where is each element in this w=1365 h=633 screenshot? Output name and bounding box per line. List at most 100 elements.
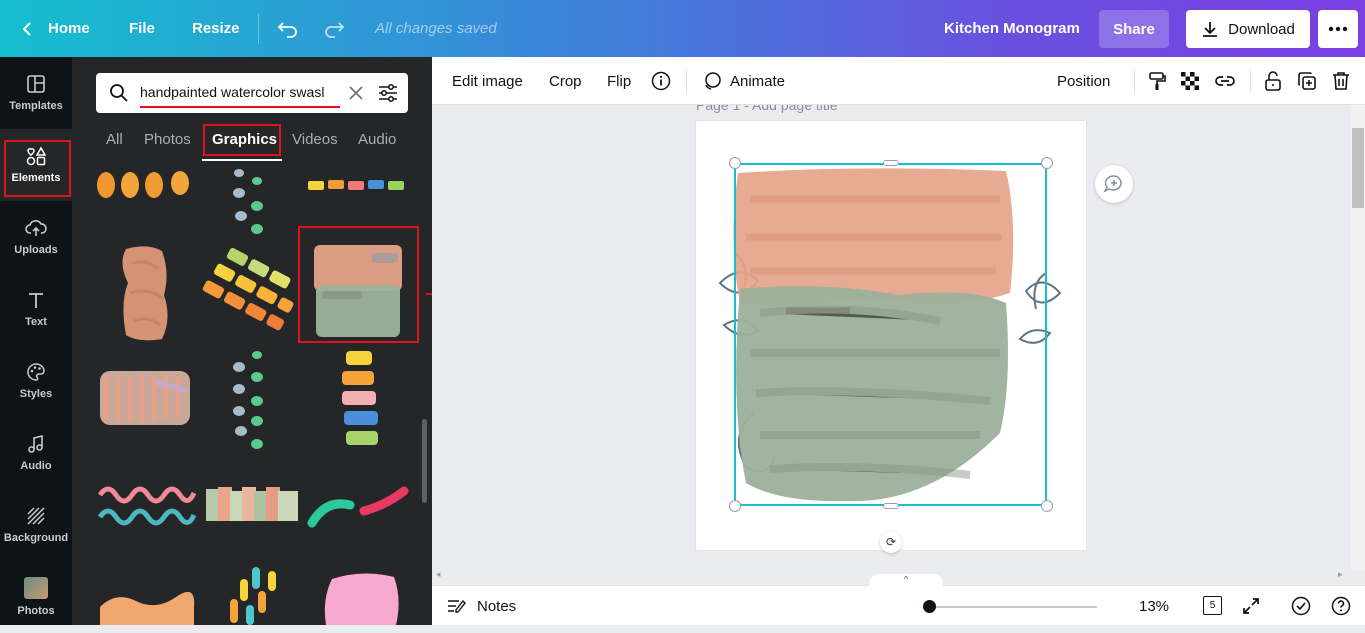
rail-label: Text: [25, 316, 47, 328]
notes-button[interactable]: Notes: [447, 586, 516, 626]
graphic-thumbnail[interactable]: [322, 569, 402, 625]
delete-button[interactable]: [1332, 57, 1350, 105]
divider: [258, 14, 259, 44]
file-menu-button[interactable]: File: [129, 0, 155, 57]
tab-all[interactable]: All: [106, 131, 123, 148]
top-bar: Home File Resize All changes saved Kitch…: [0, 0, 1365, 57]
rail-label: Uploads: [14, 244, 58, 256]
left-rail: Templates Elements Uploads Text Styles A…: [0, 57, 72, 625]
transparency-checker-icon: [1181, 72, 1199, 90]
selection-box[interactable]: [734, 163, 1047, 506]
tab-videos[interactable]: Videos: [292, 131, 338, 148]
rail-item-uploads[interactable]: Uploads: [0, 201, 72, 273]
comment-plus-icon: [1103, 175, 1122, 193]
graphic-thumbnail[interactable]: [308, 177, 410, 193]
panel-scrollbar[interactable]: [422, 419, 427, 503]
graphic-thumbnail[interactable]: [118, 243, 178, 343]
clear-search-icon[interactable]: [348, 85, 364, 101]
scroll-right-icon[interactable]: ▸: [1338, 569, 1343, 580]
check-button[interactable]: [1291, 586, 1311, 626]
rail-item-text[interactable]: Text: [0, 273, 72, 345]
zoom-slider[interactable]: [929, 606, 1097, 608]
filter-sliders-icon[interactable]: [378, 84, 398, 102]
duplicate-button[interactable]: [1297, 57, 1317, 105]
search-input[interactable]: handpainted watercolor swasl: [140, 84, 338, 100]
paint-roller-icon: [1149, 72, 1166, 90]
graphics-tab-highlight-box: [203, 124, 281, 156]
flip-button[interactable]: Flip: [607, 57, 631, 105]
link-icon: [1215, 76, 1235, 86]
rail-item-templates[interactable]: Templates: [0, 57, 72, 129]
selected-graphic-highlight-box: [298, 226, 419, 343]
home-label: Home: [48, 20, 90, 37]
redo-icon: [325, 21, 345, 38]
resize-handle-top[interactable]: [883, 160, 899, 166]
scroll-left-icon[interactable]: ◂: [436, 569, 441, 580]
resize-handle-top-right[interactable]: [1041, 157, 1053, 169]
animate-button[interactable]: Animate: [702, 57, 785, 105]
canvas-vertical-scroll-thumb[interactable]: [1352, 128, 1364, 208]
design-title-text: Kitchen Monogram: [944, 20, 1080, 37]
more-options-button[interactable]: [1318, 10, 1358, 48]
fullscreen-button[interactable]: [1242, 586, 1260, 626]
rotate-icon: ⟳: [885, 535, 897, 549]
help-icon: [1331, 596, 1351, 616]
zoom-slider-handle[interactable]: [923, 600, 936, 613]
graphic-thumbnail[interactable]: [222, 565, 286, 625]
copy-style-button[interactable]: [1147, 57, 1167, 105]
graphic-thumbnail[interactable]: [202, 243, 298, 343]
add-comment-button[interactable]: [1095, 165, 1133, 203]
page-grid-button[interactable]: 5: [1201, 586, 1223, 626]
resize-button[interactable]: Resize: [192, 0, 240, 57]
rail-item-styles[interactable]: Styles: [0, 345, 72, 417]
trash-icon: [1333, 72, 1349, 90]
graphic-thumbnail[interactable]: [227, 161, 272, 237]
tab-photos[interactable]: Photos: [144, 131, 191, 148]
graphic-thumbnail[interactable]: [202, 483, 302, 527]
redo-button[interactable]: [323, 0, 345, 57]
resize-handle-bottom[interactable]: [883, 503, 899, 509]
home-button[interactable]: Home: [20, 0, 90, 57]
tab-audio[interactable]: Audio: [358, 131, 396, 148]
link-button[interactable]: [1214, 57, 1236, 105]
edit-image-button[interactable]: Edit image: [452, 57, 523, 105]
page-title[interactable]: Page 1 - Add page title: [696, 105, 838, 113]
graphic-thumbnail[interactable]: [96, 363, 196, 433]
elements-panel: handpainted watercolor swasl All Photos …: [72, 57, 432, 625]
rail-item-photos[interactable]: Photos: [0, 561, 72, 633]
graphic-thumbnail[interactable]: [306, 485, 412, 529]
background-hatch-icon: [27, 507, 45, 525]
zoom-percentage[interactable]: 13%: [1139, 586, 1169, 626]
lock-button[interactable]: [1264, 57, 1282, 105]
chevron-up-icon: ^: [903, 574, 909, 584]
graphic-thumbnail[interactable]: [94, 167, 199, 203]
transparency-button[interactable]: [1180, 57, 1200, 105]
graphic-thumbnail[interactable]: [336, 347, 386, 451]
text-icon: [29, 293, 43, 308]
notes-label: Notes: [477, 597, 517, 615]
expand-pages-button[interactable]: ^: [869, 574, 943, 586]
share-button[interactable]: Share: [1099, 10, 1169, 48]
crop-button[interactable]: Crop: [549, 57, 582, 105]
resize-handle-bottom-right[interactable]: [1041, 500, 1053, 512]
graphic-thumbnail[interactable]: [227, 349, 272, 453]
help-button[interactable]: [1331, 586, 1351, 626]
info-button[interactable]: [651, 57, 671, 105]
design-title[interactable]: Kitchen Monogram: [944, 0, 1080, 57]
resize-handle-bottom-left[interactable]: [729, 500, 741, 512]
graphic-thumbnail[interactable]: [96, 481, 196, 529]
rail-item-background[interactable]: Background: [0, 489, 72, 561]
rotate-handle[interactable]: ⟳: [880, 531, 902, 553]
undo-button[interactable]: [277, 0, 299, 57]
design-canvas: Page 1 - Add page title ⟳: [432, 105, 1351, 585]
download-label: Download: [1228, 20, 1295, 38]
download-button[interactable]: Download: [1186, 10, 1310, 48]
search-box[interactable]: handpainted watercolor swasl: [96, 73, 408, 113]
unlock-icon: [1265, 71, 1281, 91]
graphic-thumbnail[interactable]: [96, 587, 196, 625]
rail-item-audio[interactable]: Audio: [0, 417, 72, 489]
chevron-left-icon: [22, 21, 31, 36]
save-status-text: All changes saved: [375, 20, 497, 37]
resize-handle-top-left[interactable]: [729, 157, 741, 169]
position-button[interactable]: Position: [1057, 57, 1110, 105]
